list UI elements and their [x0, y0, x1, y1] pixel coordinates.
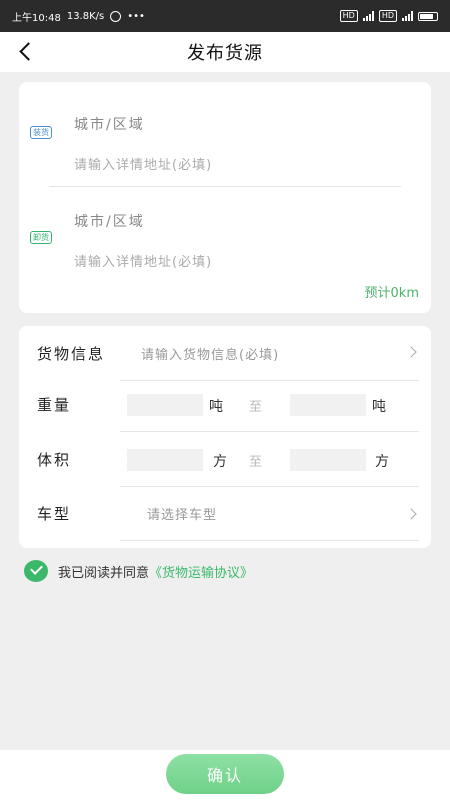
load-tag: 装货	[30, 126, 52, 139]
row-divider	[120, 540, 419, 541]
weight-label: 重量	[37, 396, 72, 414]
alarm-icon	[110, 10, 122, 22]
distance-estimate: 预计0km	[364, 286, 419, 301]
hd-badge-2: HD	[378, 10, 397, 22]
load-city-field[interactable]: 城市/区域	[74, 114, 145, 134]
page-title: 发布货源	[187, 43, 263, 64]
signal-icon	[362, 11, 374, 21]
weight-min-input[interactable]	[127, 394, 203, 416]
weight-row: 重量 吨 至 吨	[19, 377, 431, 432]
agreement-text: 我已阅读并同意	[58, 565, 150, 581]
truck-type-label: 车型	[37, 505, 72, 523]
goods-info-label: 货物信息	[37, 345, 106, 363]
agreement-link[interactable]: 《货物运输协议》	[149, 562, 253, 581]
volume-row: 体积 方 至 方	[19, 432, 431, 487]
volume-unit-2: 方	[375, 454, 389, 470]
unload-tag: 卸货	[30, 231, 52, 244]
weight-unit: 吨	[209, 399, 223, 415]
chevron-left-icon	[18, 41, 38, 61]
chevron-right-icon	[405, 508, 417, 520]
volume-max-input[interactable]	[290, 449, 366, 471]
volume-label: 体积	[37, 451, 72, 469]
unload-detail-field[interactable]: 请输入详情地址(必填)	[74, 251, 212, 270]
hd-badge: HD	[339, 10, 358, 22]
more-notifications-icon: •••	[127, 10, 145, 22]
unload-address-row[interactable]: 卸货 城市/区域 请输入详情地址(必填)	[19, 187, 431, 287]
volume-unit: 方	[213, 454, 227, 470]
chevron-right-icon	[405, 346, 417, 358]
weight-max-input[interactable]	[290, 394, 366, 416]
truck-type-select[interactable]: 请选择车型	[147, 504, 217, 523]
volume-to-label: 至	[249, 455, 263, 470]
address-card: 装货 城市/区域 请输入详情地址(必填) 卸货 城市/区域 请输入详情地址(必填…	[19, 82, 431, 313]
status-bar: 上午10:48 13.8K/s ••• HD HD	[0, 0, 450, 32]
volume-min-input[interactable]	[127, 449, 203, 471]
status-time: 上午10:48	[12, 12, 61, 24]
truck-type-row[interactable]: 车型 请选择车型	[19, 486, 431, 541]
battery-icon	[418, 11, 438, 21]
agreement-row: 我已阅读并同意 《货物运输协议》	[24, 560, 253, 582]
goods-info-row[interactable]: 货物信息 请输入货物信息(必填)	[19, 326, 431, 381]
nav-bar: 发布货源	[0, 32, 450, 72]
back-button[interactable]	[10, 36, 40, 66]
load-detail-field[interactable]: 请输入详情地址(必填)	[74, 154, 212, 173]
weight-to-label: 至	[249, 400, 263, 415]
load-address-row[interactable]: 装货 城市/区域 请输入详情地址(必填)	[19, 82, 431, 186]
agreement-checkbox[interactable]	[24, 560, 48, 582]
weight-unit-2: 吨	[372, 399, 386, 415]
goods-info-input[interactable]: 请输入货物信息(必填)	[141, 344, 279, 363]
goods-card: 货物信息 请输入货物信息(必填) 重量 吨 至 吨 体积 方 至 方 车型 请选…	[19, 326, 431, 548]
network-speed: 13.8K/s	[66, 10, 105, 22]
unload-city-field[interactable]: 城市/区域	[74, 211, 145, 231]
confirm-button[interactable]: 确认	[166, 754, 284, 794]
signal-icon-2	[402, 11, 413, 21]
